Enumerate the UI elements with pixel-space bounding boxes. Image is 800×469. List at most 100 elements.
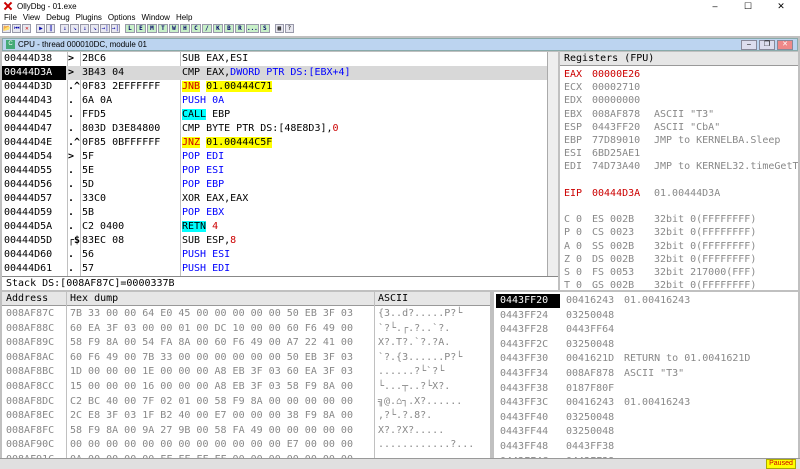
step-over-icon[interactable]: ↘ bbox=[70, 24, 80, 33]
disasm-row[interactable]: 00444D3D .^ 0F83 2EFFFFFF JNB 01.00444C71 bbox=[2, 80, 547, 94]
call-stack-window-button[interactable]: K bbox=[212, 24, 223, 33]
stack-top-row[interactable]: 0443FF20 00416243 01.00416243 bbox=[494, 294, 798, 308]
stack-row[interactable]: 0443FF28 0443FF64 bbox=[494, 323, 798, 337]
menu-debug[interactable]: Debug bbox=[46, 12, 70, 23]
maximize-button[interactable]: ☐ bbox=[733, 0, 763, 12]
open-icon[interactable]: 📂 bbox=[2, 24, 12, 33]
stack-row[interactable]: 0443FF3C 00416243 01.00416243 bbox=[494, 396, 798, 410]
register-value[interactable]: 77D89010 bbox=[592, 134, 654, 147]
register-row[interactable]: ESI 6BD25AE1 bbox=[560, 147, 798, 160]
menu-view[interactable]: View bbox=[23, 12, 40, 23]
minimize-button[interactable]: – bbox=[700, 0, 730, 12]
modules-window-button[interactable]: E bbox=[135, 24, 146, 33]
close-button[interactable]: ✕ bbox=[766, 0, 796, 12]
menu-window[interactable]: Window bbox=[142, 12, 170, 23]
disasm-row[interactable]: 00444D47. 803D D3E84800 CMP BYTE PTR DS:[4… bbox=[2, 122, 547, 136]
register-row[interactable]: EBP 77D89010 JMP to KERNELBA.Sleep bbox=[560, 134, 798, 147]
register-value[interactable]: 00000E26 bbox=[592, 68, 654, 81]
memory-window-button[interactable]: M bbox=[146, 24, 157, 33]
register-row[interactable]: A 0 SS 002B 32bit 0(FFFFFFFF) bbox=[560, 240, 798, 253]
disasm-row[interactable]: 00444D45. FFD5 CALL EBP bbox=[2, 108, 547, 122]
trace-into-icon[interactable]: ↓ bbox=[80, 24, 90, 33]
cpu-minimize-icon[interactable]: – bbox=[741, 40, 757, 50]
trace-over-icon[interactable]: ↘ bbox=[90, 24, 100, 33]
register-row[interactable]: Z 0 DS 002B 32bit 0(FFFFFFFF) bbox=[560, 253, 798, 266]
register-row[interactable]: EIP 00444D3A 01.00444D3A bbox=[560, 187, 798, 200]
register-row[interactable]: EDX 00000000 bbox=[560, 94, 798, 107]
disasm-row[interactable]: 00444D4E .^ 0F85 0BFFFFFF JNZ 01.00444C5F bbox=[2, 136, 547, 150]
disasm-row[interactable]: 00444D60. 56 PUSH ESI bbox=[2, 248, 547, 262]
register-value[interactable]: ES 002B bbox=[592, 213, 654, 226]
windows-window-button[interactable]: W bbox=[168, 24, 179, 33]
stack-pane[interactable]: 0443FF20 00416243 01.00416243 0443FF24 03250… bbox=[494, 292, 798, 469]
register-row[interactable]: T 0 GS 002B 32bit 0(FFFFFFFF) bbox=[560, 279, 798, 290]
disasm-row[interactable]: 00444D54 >5F POP EDI bbox=[2, 150, 547, 164]
restart-icon[interactable]: ⏮ bbox=[12, 24, 22, 33]
register-row[interactable]: EBX 008AF878 ASCII "T3" bbox=[560, 108, 798, 121]
disasm-row[interactable]: 00444D56. 5D POP EBP bbox=[2, 178, 547, 192]
handles-window-button[interactable]: H bbox=[179, 24, 190, 33]
register-value[interactable]: DS 002B bbox=[592, 253, 654, 266]
cpu-window-button[interactable]: C bbox=[190, 24, 201, 33]
go-to-icon[interactable]: →| bbox=[110, 24, 120, 33]
dump-row[interactable]: 008AF8AC 60 F6 49 00 7B 33 00 00 00 00 00… bbox=[2, 351, 490, 365]
register-row[interactable]: EAX 00000E26 bbox=[560, 68, 798, 81]
register-row[interactable] bbox=[560, 200, 798, 213]
cpu-close-icon[interactable]: ✕ bbox=[777, 40, 793, 50]
help-icon[interactable]: ? bbox=[284, 24, 294, 33]
breakpoints-window-button[interactable]: B bbox=[223, 24, 234, 33]
log-window-button[interactable]: L bbox=[124, 24, 135, 33]
dump-row[interactable]: 008AF87C 7B 33 00 00 64 E0 45 00 00 00 00… bbox=[2, 307, 490, 321]
threads-window-button[interactable]: T bbox=[157, 24, 168, 33]
disasm-row[interactable]: 00444D55. 5E POP ESI bbox=[2, 164, 547, 178]
dump-col-ascii[interactable]: ASCII bbox=[378, 292, 408, 306]
dump-row[interactable]: 008AF8EC 2C E8 3F 03 1F B2 40 00 E7 00 00… bbox=[2, 409, 490, 423]
dump-col-hex[interactable]: Hex dump bbox=[70, 292, 118, 306]
run-icon[interactable]: ▶ bbox=[36, 24, 46, 33]
register-row[interactable]: ESP 0443FF20 ASCII "CbA" bbox=[560, 121, 798, 134]
hex-dump-pane[interactable]: Address Hex dump ASCII 008AF87C 7B 33 00 … bbox=[2, 292, 490, 469]
dump-row[interactable]: 008AF90C 00 00 00 00 00 00 00 00 00 00 00… bbox=[2, 438, 490, 452]
menu-options[interactable]: Options bbox=[108, 12, 136, 23]
disasm-row[interactable]: 00444D43. 6A 0A PUSH 0A bbox=[2, 94, 547, 108]
register-value[interactable]: 74D73A40 bbox=[592, 160, 654, 173]
pause-icon[interactable]: ‖ bbox=[46, 24, 56, 33]
current-instruction-row[interactable]: 00444D3A >3B43 04 CMP EAX,DWORD PTR DS:[EB… bbox=[2, 66, 547, 80]
menu-plugins[interactable]: Plugins bbox=[76, 12, 102, 23]
register-value[interactable]: 008AF878 bbox=[592, 108, 654, 121]
register-value[interactable]: 00000000 bbox=[592, 94, 654, 107]
stack-row[interactable]: 0443FF34 008AF878 ASCII "T3" bbox=[494, 367, 798, 381]
stack-row[interactable]: 0443FF38 0187F80F bbox=[494, 382, 798, 396]
dump-row[interactable]: 008AF88C 60 EA 3F 03 00 00 01 00 DC 10 00… bbox=[2, 322, 490, 336]
stack-row[interactable]: 0443FF30 0041621D RETURN to 01.0041621D bbox=[494, 352, 798, 366]
register-row[interactable]: ECX 00002710 bbox=[560, 81, 798, 94]
disasm-row[interactable]: 00444D38 >2BC6 SUB EAX,ESI bbox=[2, 52, 547, 66]
cpu-restore-icon[interactable]: ❐ bbox=[759, 40, 775, 50]
register-row[interactable]: S 0 FS 0053 32bit 217000(FFF) bbox=[560, 266, 798, 279]
register-row[interactable]: C 0 ES 002B 32bit 0(FFFFFFFF) bbox=[560, 213, 798, 226]
register-value[interactable]: 00444D3A bbox=[592, 187, 654, 200]
register-value[interactable]: 00002710 bbox=[592, 81, 654, 94]
stack-row[interactable]: 0443FF40 03250048 bbox=[494, 411, 798, 425]
dump-row[interactable]: 008AF8FC 58 F9 8A 00 9A 27 9B 00 58 FA 49… bbox=[2, 424, 490, 438]
appearance-icon[interactable]: ▦ bbox=[274, 24, 284, 33]
disassembly-scrollbar[interactable] bbox=[547, 52, 558, 276]
step-into-icon[interactable]: ↓ bbox=[60, 24, 70, 33]
stack-row[interactable]: 0443FF24 03250048 bbox=[494, 309, 798, 323]
dump-row[interactable]: 008AF8CC 15 00 00 00 16 00 00 00 A8 EB 3F… bbox=[2, 380, 490, 394]
source-window-button[interactable]: S bbox=[259, 24, 270, 33]
dump-row[interactable]: 008AF89C 58 F9 8A 00 54 FA 8A 00 60 F6 49… bbox=[2, 336, 490, 350]
dump-col-address[interactable]: Address bbox=[6, 292, 48, 306]
register-value[interactable]: CS 0023 bbox=[592, 226, 654, 239]
dump-row[interactable]: 008AF8DC C2 BC 40 00 7F 02 01 00 58 F9 8A… bbox=[2, 395, 490, 409]
register-row[interactable] bbox=[560, 174, 798, 187]
execute-till-return-icon[interactable]: →| bbox=[100, 24, 110, 33]
stack-row[interactable]: 0443FF2C 03250048 bbox=[494, 338, 798, 352]
disasm-row[interactable]: 00444D61. 57 PUSH EDI bbox=[2, 262, 547, 276]
stack-row[interactable]: 0443FF48 0443FF38 bbox=[494, 440, 798, 454]
registers-header[interactable]: Registers (FPU) bbox=[560, 52, 798, 66]
disasm-row[interactable]: 00444D59. 5B POP EBX bbox=[2, 206, 547, 220]
register-row[interactable]: P 0 CS 0023 32bit 0(FFFFFFFF) bbox=[560, 226, 798, 239]
dump-row[interactable]: 008AF8BC 1D 00 00 00 1E 00 00 00 A8 EB 3F… bbox=[2, 365, 490, 379]
disassembly-pane[interactable]: 00444D38 >2BC6 SUB EAX,ESI 00444D3A >3B43 04… bbox=[2, 52, 547, 276]
